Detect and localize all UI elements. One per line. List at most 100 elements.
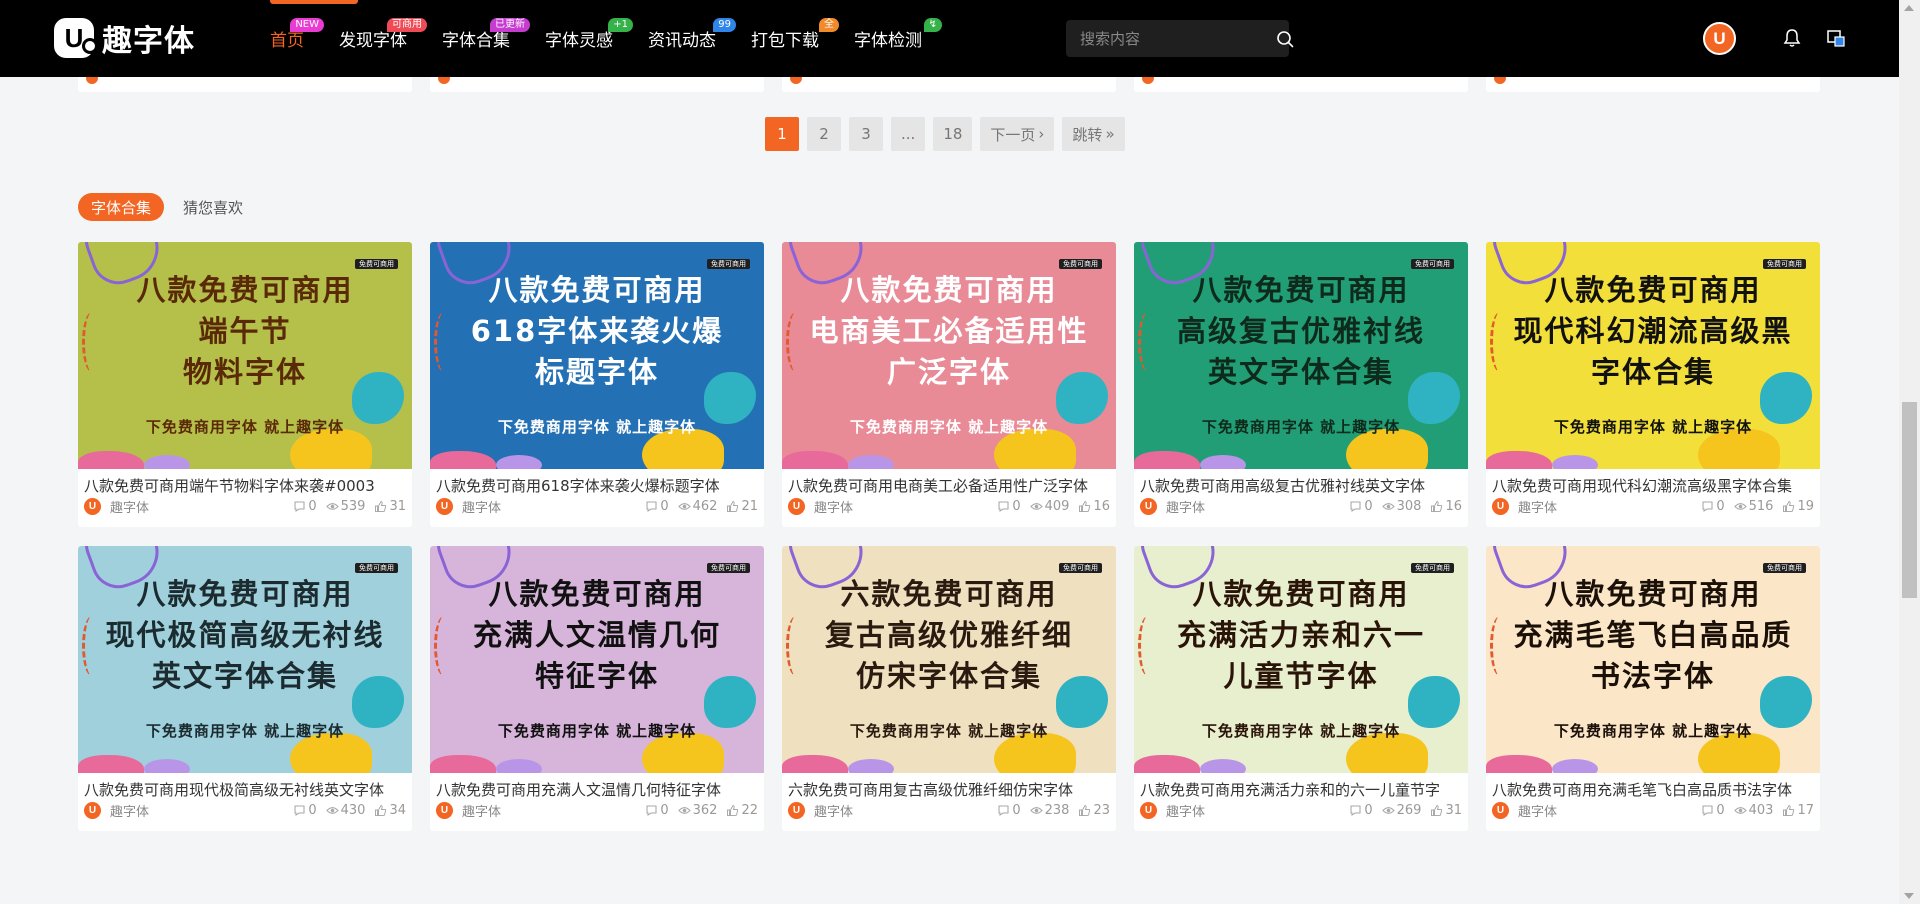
thumbnail-headline-line: 八款免费可商用	[840, 273, 1058, 307]
thumbnail-headline: 八款免费可商用 618字体来袭火爆 标题字体	[430, 270, 764, 393]
next-page-button[interactable]: 下一页 ›	[980, 117, 1055, 151]
page-number-button[interactable]: 1	[765, 117, 799, 151]
author-avatar[interactable]: U	[1492, 801, 1509, 819]
comment-count: 0	[997, 803, 1021, 818]
author-name[interactable]: 趣字体	[1518, 497, 1692, 516]
thumbnail-headline-line: 八款免费可商用	[488, 577, 706, 611]
like-count[interactable]: 22	[726, 803, 758, 818]
author-avatar[interactable]: U	[436, 801, 453, 819]
card-title[interactable]: 八款免费可商用充满人文温情几何特征字体	[430, 773, 764, 797]
font-collection-card[interactable]: 免费可商用 六款免费可商用 复古高级优雅纤细 仿宋字体合集 下免费商用字体 就上趣字体六…	[782, 546, 1116, 831]
author-avatar[interactable]: U	[84, 497, 101, 515]
page-number-button[interactable]: 3	[849, 117, 883, 151]
author-name[interactable]: 趣字体	[814, 801, 988, 820]
tab-1[interactable]: 猜您喜欢	[170, 193, 256, 221]
font-collection-card[interactable]: 免费可商用 八款免费可商用 电商美工必备适用性 广泛字体 下免费商用字体 就上趣字体 八款…	[782, 242, 1116, 527]
author-name[interactable]: 趣字体	[1518, 801, 1692, 820]
card-thumbnail[interactable]: 免费可商用 八款免费可商用 现代极简高级无衬线 英文字体合集 下免费商用字体 就上趣字体	[78, 546, 412, 773]
bell-icon[interactable]	[1782, 28, 1802, 48]
view-count-value: 362	[692, 802, 718, 818]
page-number-button[interactable]: 2	[807, 117, 841, 151]
thumbnail-headline-line: 充满活力亲和六一	[1176, 618, 1425, 652]
card-thumbnail[interactable]: 免费可商用 八款免费可商用 充满活力亲和六一 儿童节字体 下免费商用字体 就上趣字体	[1134, 546, 1468, 773]
card-title[interactable]: 八款免费可商用端午节物料字体来袭#0003	[78, 469, 412, 493]
like-count[interactable]: 34	[374, 803, 406, 818]
author-avatar[interactable]: U	[436, 497, 453, 515]
thumbnail-slogan: 下免费商用字体 就上趣字体	[849, 722, 1049, 740]
author-avatar[interactable]: U	[1140, 497, 1157, 515]
card-title[interactable]: 八款免费可商用充满活力亲和的六一儿童节字	[1134, 773, 1468, 797]
author-avatar[interactable]: U	[1492, 497, 1509, 515]
like-count[interactable]: 19	[1782, 499, 1814, 514]
nav-item[interactable]: 发现字体 可商用	[339, 0, 427, 77]
card-thumbnail[interactable]: 免费可商用 八款免费可商用 充满人文温情几何 特征字体 下免费商用字体 就上趣字体	[430, 546, 764, 773]
font-collection-card[interactable]: 免费可商用 八款免费可商用 现代科幻潮流高级黑 字体合集 下免费商用字体 就上趣字体 八款…	[1486, 242, 1820, 527]
card-thumbnail[interactable]: 免费可商用 八款免费可商用 充满毛笔飞白高品质 书法字体 下免费商用字体 就上趣字体	[1486, 546, 1820, 773]
thumbnail-headline-line: 电商美工必备适用性	[809, 314, 1089, 348]
user-avatar[interactable]: U	[1703, 22, 1736, 55]
font-collection-card[interactable]: 免费可商用 八款免费可商用 高级复古优雅衬线 英文字体合集 下免费商用字体 就上趣字体八…	[1134, 242, 1468, 527]
card-thumbnail[interactable]: 免费可商用 六款免费可商用 复古高级优雅纤细 仿宋字体合集 下免费商用字体 就上趣字体	[782, 546, 1116, 773]
tab-0[interactable]: 字体合集	[78, 193, 165, 221]
card-title[interactable]: 八款免费可商用现代极简高级无衬线英文字体	[78, 773, 412, 797]
card-thumbnail[interactable]: 免费可商用 八款免费可商用 电商美工必备适用性 广泛字体 下免费商用字体 就上趣字体	[782, 242, 1116, 469]
author-name[interactable]: 趣字体	[110, 497, 284, 516]
font-collection-card[interactable]: 免费可商用 八款免费可商用 现代极简高级无衬线 英文字体合集 下免费商用字体 就上趣字体…	[78, 546, 412, 831]
page-number-button[interactable]: 18	[933, 117, 973, 151]
author-name[interactable]: 趣字体	[462, 497, 636, 516]
card-title[interactable]: 六款免费可商用复古高级优雅纤细仿宋字体	[782, 773, 1116, 797]
card-title[interactable]: 八款免费可商用充满毛笔飞白高品质书法字体	[1486, 773, 1820, 797]
like-count[interactable]: 21	[726, 499, 758, 514]
font-collection-card[interactable]: 免费可商用 八款免费可商用 618字体来袭火爆 标题字体 下免费商用字体 就上趣字体 八款…	[430, 242, 764, 527]
view-count-value: 269	[1396, 802, 1422, 818]
like-count[interactable]: 16	[1078, 499, 1110, 514]
nav-item[interactable]: 打包下载全	[751, 0, 839, 77]
theme-switch-icon[interactable]	[1826, 28, 1846, 48]
author-name[interactable]: 趣字体	[462, 801, 636, 820]
like-count-value: 31	[389, 498, 406, 514]
search-button[interactable]	[1276, 20, 1294, 57]
like-count[interactable]: 23	[1078, 803, 1110, 818]
like-count[interactable]: 31	[1430, 803, 1462, 818]
card-thumbnail[interactable]: 免费可商用 八款免费可商用 618字体来袭火爆 标题字体 下免费商用字体 就上趣字体	[430, 242, 764, 469]
site-logo[interactable]: U 趣字体	[54, 18, 195, 59]
card-thumbnail[interactable]: 免费可商用 八款免费可商用 现代科幻潮流高级黑 字体合集 下免费商用字体 就上趣字体	[1486, 242, 1820, 469]
nav-item[interactable]: 资讯动态 99	[648, 0, 736, 77]
comment-count: 0	[645, 499, 669, 514]
search-icon	[1277, 30, 1294, 47]
nav-item[interactable]: 字体灵感 +1	[545, 0, 633, 77]
scrollbar[interactable]	[1899, 0, 1920, 904]
scroll-down-arrow[interactable]	[1904, 893, 1914, 899]
jump-page-button[interactable]: 跳转 »	[1062, 117, 1125, 151]
like-count[interactable]: 16	[1430, 499, 1462, 514]
author-name[interactable]: 趣字体	[1166, 801, 1340, 820]
author-avatar[interactable]: U	[788, 497, 805, 515]
author-name[interactable]: 趣字体	[1166, 497, 1340, 516]
scrollbar-thumb[interactable]	[1902, 402, 1917, 598]
author-avatar[interactable]: U	[1140, 801, 1157, 819]
author-avatar[interactable]: U	[84, 801, 101, 819]
card-title[interactable]: 八款免费可商用618字体来袭火爆标题字体	[430, 469, 764, 493]
card-thumbnail[interactable]: 免费可商用 八款免费可商用 端午节 物料字体 下免费商用字体 就上趣字体	[78, 242, 412, 469]
view-count-value: 403	[1748, 802, 1774, 818]
scroll-up-arrow[interactable]	[1904, 5, 1914, 11]
font-collection-card[interactable]: 免费可商用 八款免费可商用 充满人文温情几何 特征字体 下免费商用字体 就上趣字体 八款免…	[430, 546, 764, 831]
card-title[interactable]: 八款免费可商用现代科幻潮流高级黑字体合集	[1486, 469, 1820, 493]
nav-item[interactable]: 字体合集 已更新	[442, 0, 530, 77]
font-collection-card[interactable]: 免费可商用 八款免费可商用 端午节 物料字体 下免费商用字体 就上趣字体 八款免费可商用端…	[78, 242, 412, 527]
like-count[interactable]: 17	[1782, 803, 1814, 818]
like-count[interactable]: 31	[374, 499, 406, 514]
card-title[interactable]: 八款免费可商用高级复古优雅衬线英文字体	[1134, 469, 1468, 493]
thumbnail-headline: 八款免费可商用 端午节 物料字体	[78, 270, 412, 393]
font-collection-card[interactable]: 免费可商用 八款免费可商用 充满毛笔飞白高品质 书法字体 下免费商用字体 就上趣字体 八款…	[1486, 546, 1820, 831]
author-name[interactable]: 趣字体	[814, 497, 988, 516]
author-avatar[interactable]: U	[788, 801, 805, 819]
card-title[interactable]: 八款免费可商用电商美工必备适用性广泛字体	[782, 469, 1116, 493]
card-thumbnail[interactable]: 免费可商用 八款免费可商用 高级复古优雅衬线 英文字体合集 下免费商用字体 就上趣字体	[1134, 242, 1468, 469]
author-name[interactable]: 趣字体	[110, 801, 284, 820]
nav-item[interactable]: 字体检测 ↯	[854, 0, 942, 77]
nav-item[interactable]: 首页 NEW	[270, 0, 324, 77]
search-box	[1066, 20, 1294, 57]
search-input[interactable]	[1066, 20, 1276, 57]
font-collection-card[interactable]: 免费可商用 八款免费可商用 充满活力亲和六一 儿童节字体 下免费商用字体 就上趣字体 八款…	[1134, 546, 1468, 831]
